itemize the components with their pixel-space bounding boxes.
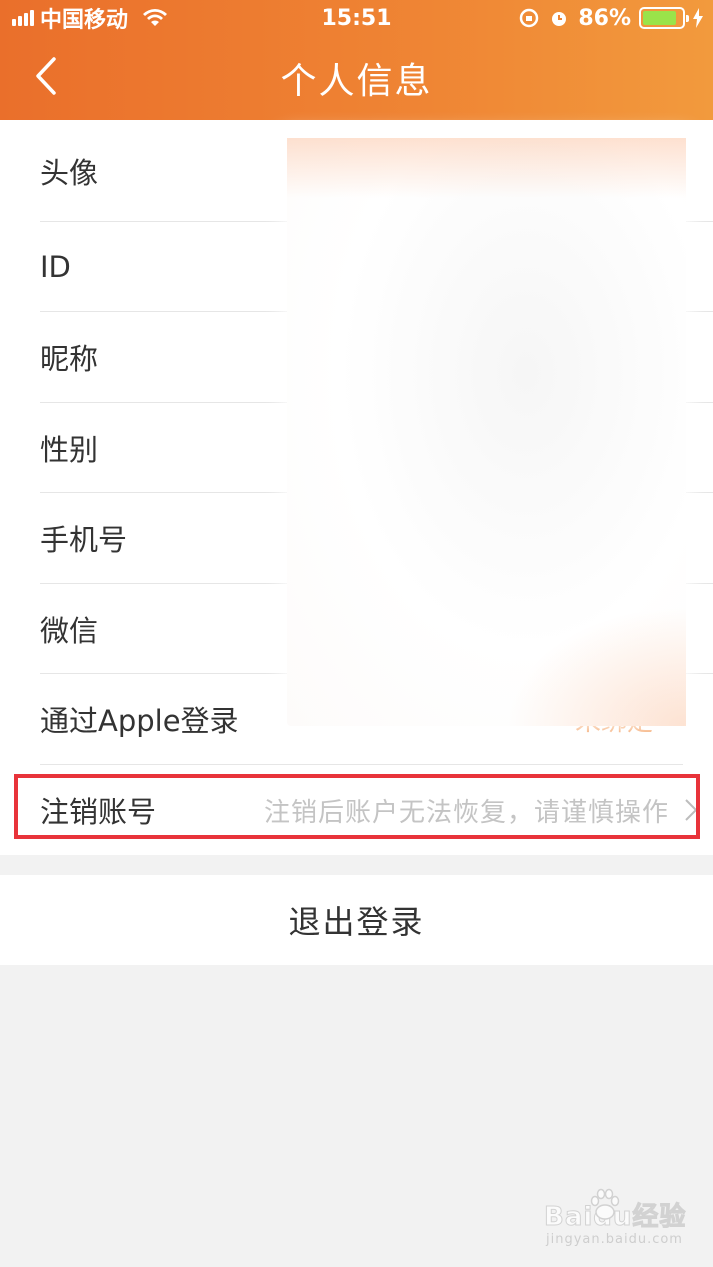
watermark-url: jingyan.baidu.com — [546, 1232, 683, 1247]
watermark: Baidu经验 jingyan.baidu.com — [543, 1188, 704, 1252]
status-right: 86% — [518, 6, 703, 31]
page-title: 个人信息 — [280, 61, 433, 102]
chevron-left-icon[interactable] — [34, 56, 58, 96]
status-left: 中国移动 — [12, 2, 168, 34]
row-label: 通过Apple登录 — [40, 704, 239, 738]
row-label: ID — [40, 249, 71, 284]
nav-bar: 个人信息 — [0, 36, 713, 120]
signal-icon — [12, 10, 34, 26]
app-header: 中国移动 15:51 86% 个人信息 — [0, 0, 713, 120]
wifi-icon — [143, 9, 168, 26]
row-label: 昵称 — [40, 342, 99, 376]
status-bar: 中国移动 15:51 86% — [0, 0, 713, 36]
redaction-blur — [287, 138, 686, 726]
row-label: 头像 — [40, 155, 99, 190]
logout-button[interactable]: 退出登录 — [0, 875, 713, 965]
highlight-annotation — [14, 774, 700, 839]
paw-icon — [590, 1188, 620, 1220]
row-label: 微信 — [40, 613, 99, 648]
rotation-lock-icon — [520, 8, 539, 28]
carrier-label: 中国移动 — [40, 8, 129, 33]
row-label: 手机号 — [40, 523, 128, 557]
battery-fill — [643, 11, 676, 25]
alarm-icon — [552, 12, 567, 26]
battery-icon — [639, 7, 689, 29]
row-label: 性别 — [40, 432, 99, 467]
back-button[interactable] — [26, 54, 66, 98]
battery-percent: 86% — [578, 5, 631, 31]
charging-icon — [693, 8, 703, 28]
